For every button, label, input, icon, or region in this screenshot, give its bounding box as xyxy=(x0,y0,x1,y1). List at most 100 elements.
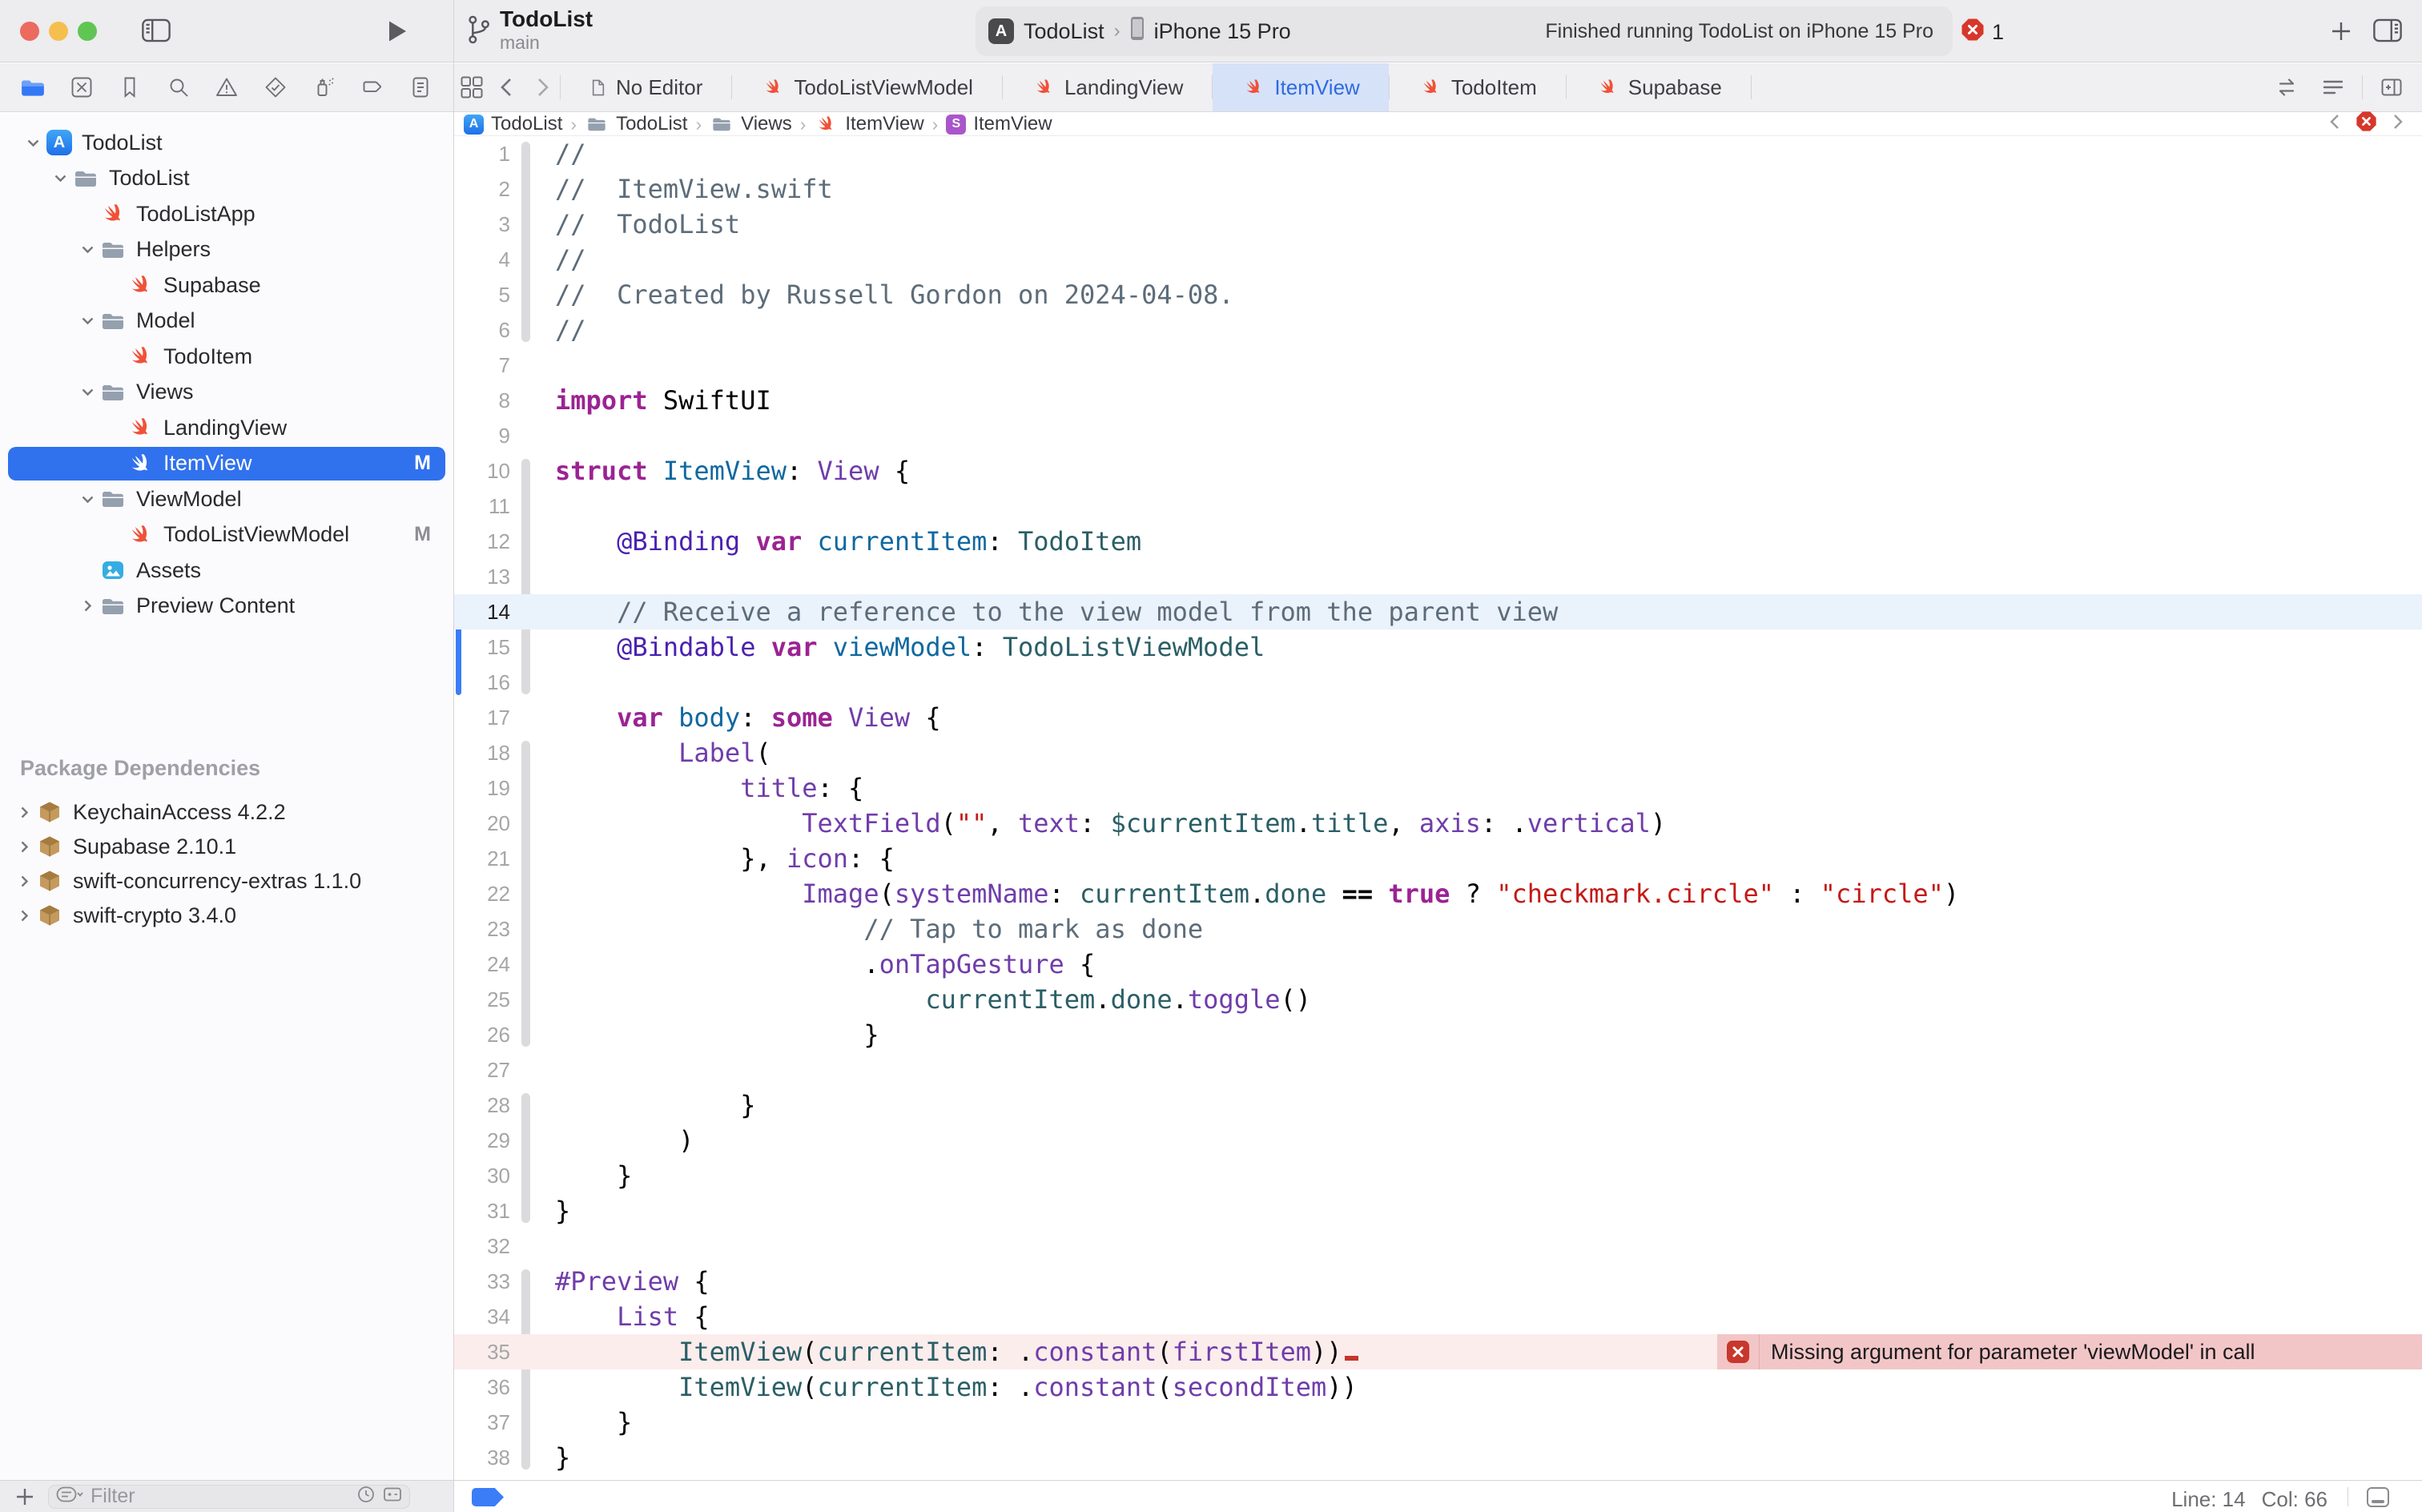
source-control-navigator-icon[interactable] xyxy=(68,74,95,101)
code-line-30[interactable]: 30 } xyxy=(454,1158,2422,1193)
line-number[interactable]: 30 xyxy=(454,1158,510,1193)
editor-grid-icon[interactable] xyxy=(454,70,489,105)
code-line-4[interactable]: 4// xyxy=(454,242,2422,277)
line-number[interactable]: 21 xyxy=(454,841,510,876)
line-number[interactable]: 37 xyxy=(454,1405,510,1440)
line-number[interactable]: 36 xyxy=(454,1369,510,1405)
code-line-3[interactable]: 3// TodoList xyxy=(454,207,2422,242)
reports-navigator-icon[interactable] xyxy=(407,74,434,101)
sidebar-item-assets[interactable]: Assets xyxy=(0,553,453,588)
chevron-right-icon[interactable] xyxy=(18,908,30,923)
minimize-button[interactable] xyxy=(49,22,68,41)
chevron-right-icon[interactable] xyxy=(82,598,94,613)
bookmarks-navigator-icon[interactable] xyxy=(116,74,143,101)
line-number[interactable]: 20 xyxy=(454,806,510,841)
code-line-7[interactable]: 7 xyxy=(454,348,2422,383)
close-button[interactable] xyxy=(20,22,39,41)
line-number[interactable]: 4 xyxy=(454,242,510,277)
breadcrumb-itemview-3[interactable]: ItemView xyxy=(814,112,923,136)
code-line-10[interactable]: 10struct ItemView: View { xyxy=(454,453,2422,489)
code-line-17[interactable]: 17 var body: some View { xyxy=(454,700,2422,735)
line-number[interactable]: 28 xyxy=(454,1088,510,1123)
next-issue-icon[interactable] xyxy=(2390,112,2406,137)
line-number[interactable]: 11 xyxy=(454,489,510,524)
issue-error-icon[interactable] xyxy=(2356,111,2377,138)
line-number[interactable]: 7 xyxy=(454,348,510,383)
chevron-down-icon[interactable] xyxy=(80,315,95,327)
line-number[interactable]: 27 xyxy=(454,1052,510,1088)
inspector-toggle-icon[interactable] xyxy=(2372,18,2403,43)
tab-landingview[interactable]: LandingView xyxy=(1003,63,1212,111)
code-line-16[interactable]: 16 xyxy=(454,665,2422,700)
activity-view[interactable]: A TodoList › iPhone 15 Pro Finished runn… xyxy=(976,6,1953,56)
sidebar-item-helpers[interactable]: Helpers xyxy=(0,232,453,267)
back-button[interactable] xyxy=(489,70,525,105)
sidebar-package-swift-concurrency-extras[interactable]: swift-concurrency-extras 1.1.0 xyxy=(0,863,453,899)
line-number[interactable]: 17 xyxy=(454,700,510,735)
code-line-29[interactable]: 29 ) xyxy=(454,1123,2422,1158)
scheme-name[interactable]: TodoList xyxy=(1024,19,1104,44)
add-editor-icon[interactable] xyxy=(2374,70,2409,105)
breakpoint-toggle-icon[interactable] xyxy=(472,1488,504,1506)
line-number[interactable]: 35 xyxy=(454,1334,510,1369)
sidebar-item-todolistapp[interactable]: TodoListApp xyxy=(0,196,453,231)
code-line-38[interactable]: 38} xyxy=(454,1440,2422,1475)
code-line-25[interactable]: 25 currentItem.done.toggle() xyxy=(454,982,2422,1017)
chevron-down-icon[interactable] xyxy=(80,493,95,505)
add-remove-filter-icon[interactable] xyxy=(383,1485,402,1508)
breakpoints-navigator-icon[interactable] xyxy=(359,74,386,101)
sidebar-item-landingview[interactable]: LandingView xyxy=(0,410,453,445)
sidebar-package-supabase[interactable]: Supabase 2.10.1 xyxy=(0,829,453,864)
code-line-31[interactable]: 31} xyxy=(454,1193,2422,1228)
line-number[interactable]: 22 xyxy=(454,876,510,911)
code-line-35[interactable]: 35 Missing argument for parameter 'viewMo… xyxy=(454,1334,2422,1369)
code-line-11[interactable]: 11 xyxy=(454,489,2422,524)
line-number[interactable]: 1 xyxy=(454,136,510,171)
line-number[interactable]: 16 xyxy=(454,665,510,700)
run-button[interactable] xyxy=(386,19,408,43)
code-line-9[interactable]: 9 xyxy=(454,418,2422,453)
line-number[interactable]: 6 xyxy=(454,312,510,348)
line-number[interactable]: 25 xyxy=(454,982,510,1017)
code-line-15[interactable]: 15 @Bindable var viewModel: TodoListView… xyxy=(454,629,2422,665)
tab-supabase[interactable]: Supabase xyxy=(1567,63,1751,111)
line-number[interactable]: 5 xyxy=(454,277,510,312)
forward-button[interactable] xyxy=(525,70,560,105)
line-number[interactable]: 12 xyxy=(454,524,510,559)
previous-issue-icon[interactable] xyxy=(2327,112,2343,137)
error-annotation[interactable]: Missing argument for parameter 'viewMode… xyxy=(1717,1334,2422,1369)
code-line-27[interactable]: 27 xyxy=(454,1052,2422,1088)
line-number[interactable]: 23 xyxy=(454,911,510,947)
line-number[interactable]: 18 xyxy=(454,735,510,770)
filter-input[interactable]: Filter xyxy=(48,1485,410,1509)
code-line-32[interactable]: 32 xyxy=(454,1228,2422,1264)
code-line-28[interactable]: 28 } xyxy=(454,1088,2422,1123)
code-line-19[interactable]: 19 title: { xyxy=(454,770,2422,806)
chevron-right-icon[interactable] xyxy=(18,874,30,889)
sidebar-item-model[interactable]: Model xyxy=(0,304,453,339)
sidebar-package-keychainaccess[interactable]: KeychainAccess 4.2.2 xyxy=(0,794,453,830)
tests-navigator-icon[interactable] xyxy=(262,74,289,101)
code-line-14[interactable]: 14 // Receive a reference to the view mo… xyxy=(454,594,2422,629)
code-line-2[interactable]: 2// ItemView.swift xyxy=(454,171,2422,207)
line-number[interactable]: 24 xyxy=(454,947,510,982)
code-line-20[interactable]: 20 TextField("", text: $currentItem.titl… xyxy=(454,806,2422,841)
chevron-down-icon[interactable] xyxy=(53,172,68,184)
breadcrumb-itemview-4[interactable]: SItemView xyxy=(946,113,1052,135)
code-line-1[interactable]: 1// xyxy=(454,136,2422,171)
sidebar-item-itemview[interactable]: ItemViewM xyxy=(0,446,453,481)
sidebar-item-todoitem[interactable]: TodoItem xyxy=(0,339,453,374)
line-number[interactable]: 19 xyxy=(454,770,510,806)
sidebar-toggle-icon[interactable] xyxy=(141,18,171,43)
line-number[interactable]: 10 xyxy=(454,453,510,489)
code-line-23[interactable]: 23 // Tap to mark as done xyxy=(454,911,2422,947)
run-destination[interactable]: iPhone 15 Pro xyxy=(1154,19,1291,44)
line-number[interactable]: 14 xyxy=(454,594,510,629)
code-line-6[interactable]: 6// xyxy=(454,312,2422,348)
sidebar-item-preview-content[interactable]: Preview Content xyxy=(0,589,453,624)
breadcrumb-todolist-0[interactable]: ATodoList xyxy=(464,113,562,135)
line-col-indicator[interactable]: Line: 14Col: 66 xyxy=(2171,1487,2327,1512)
code-line-18[interactable]: 18 Label( xyxy=(454,735,2422,770)
code-line-26[interactable]: 26 } xyxy=(454,1017,2422,1052)
code-line-8[interactable]: 8import SwiftUI xyxy=(454,383,2422,418)
